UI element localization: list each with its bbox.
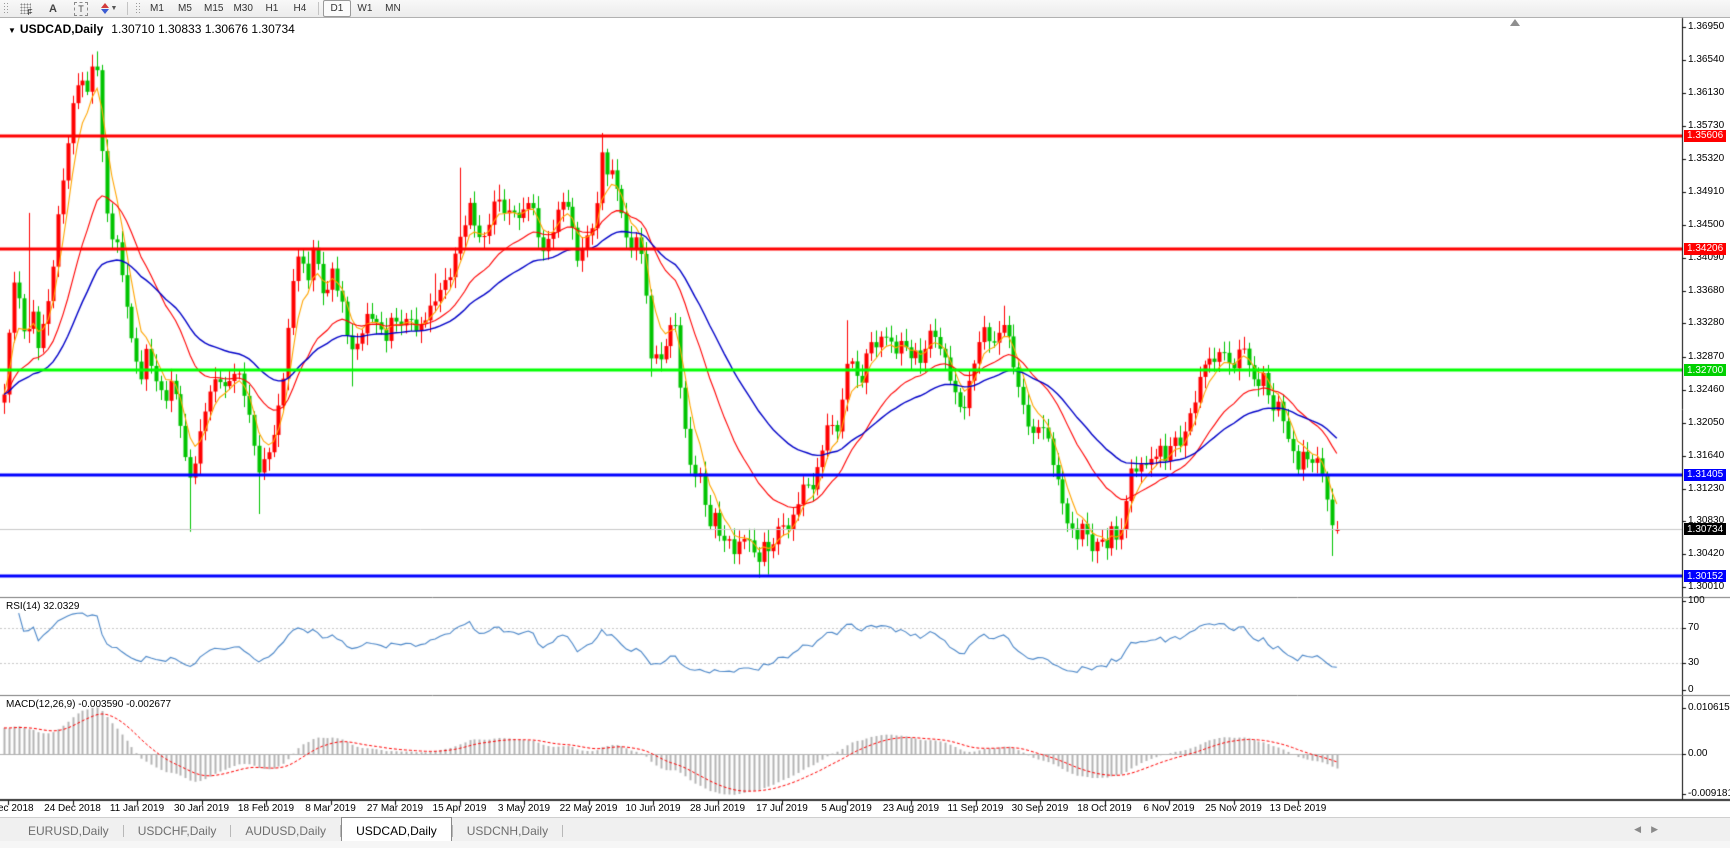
price-tick-label: 1.31230 [1688, 482, 1725, 494]
price-tick-label: 1.30420 [1688, 548, 1725, 560]
price-tick-label: 1.36950 [1688, 21, 1725, 33]
chart-canvas[interactable] [0, 0, 1730, 848]
tab-scroll-left-icon[interactable]: ◀ [1634, 824, 1651, 834]
price-tick-label: 1.32870 [1688, 350, 1725, 362]
date-tick-label: 17 Jul 2019 [756, 803, 808, 814]
date-tick-label: 18 Oct 2019 [1077, 803, 1132, 814]
date-tick-label: 18 Feb 2019 [237, 803, 295, 814]
date-tick-label: 3 May 2019 [497, 803, 551, 814]
chart-dropdown-icon[interactable]: ▼ [8, 26, 16, 35]
price-tick-label: 1.34500 [1688, 218, 1725, 230]
price-badge: 1.34206 [1684, 242, 1727, 255]
symbol-period-label: USDCAD,Daily [19, 22, 104, 36]
date-tick-label: 24 Dec 2018 [44, 803, 101, 814]
macd-tick-label: -0.009181 [1688, 787, 1730, 799]
date-tick-label: 8 Mar 2019 [305, 803, 356, 814]
price-tick-label: 1.36130 [1688, 87, 1725, 99]
date-tick-label: 15 Apr 2019 [432, 803, 487, 814]
date-tick-label: 10 Jun 2019 [625, 803, 681, 814]
tab-audusd[interactable]: AUDUSD,Daily [231, 819, 340, 841]
tab-eurusd[interactable]: EURUSD,Daily [14, 819, 123, 841]
mt4-window: F A T ▼ M1M5M15M30H1H4D1W1MN ▼USDCAD,Dai… [0, 0, 1730, 848]
macd-indicator-label: MACD(12,26,9) -0.003590 -0.002677 [6, 699, 172, 710]
date-tick-label: 6 Nov 2019 [1143, 803, 1195, 814]
tab-usdchf[interactable]: USDCHF,Daily [124, 819, 231, 841]
price-badge: 1.30152 [1684, 570, 1727, 582]
price-tick-label: 1.33680 [1688, 285, 1725, 297]
price-tick-label: 1.32460 [1688, 383, 1725, 395]
tab-separator [562, 825, 564, 837]
tab-scroll-arrows: ◀▶ [1634, 824, 1668, 835]
price-tick-label: 1.32050 [1688, 416, 1725, 428]
rsi-tick-label: 30 [1688, 657, 1700, 669]
price-tick-label: 1.31640 [1688, 449, 1725, 461]
date-tick-label: 11 Sep 2019 [947, 803, 1004, 814]
chart-shift-marker-icon[interactable] [1510, 19, 1520, 26]
date-tick-label: 28 Jun 2019 [689, 803, 746, 814]
ohlc-quotes: 1.30710 1.30833 1.30676 1.30734 [111, 22, 295, 36]
price-badge: 1.32700 [1684, 364, 1727, 377]
date-tick-label: 13 Dec 2019 [1269, 803, 1327, 814]
date-tick-label: 5 Dec 2018 [0, 803, 34, 814]
chart-title: ▼ USDCAD,Daily 1.30710 1.30833 1.30676 1.3… [8, 22, 295, 36]
rsi-indicator-label: RSI(14) 32.0329 [6, 601, 80, 612]
rsi-tick-label: 70 [1688, 621, 1700, 633]
macd-tick-label: 0.010615 [1688, 701, 1730, 713]
tab-scroll-right-icon[interactable]: ▶ [1651, 824, 1668, 834]
tab-usdcnh[interactable]: USDCNH,Daily [453, 819, 562, 841]
date-tick-label: 23 Aug 2019 [882, 803, 940, 814]
rsi-tick-label: 0 [1688, 684, 1694, 695]
price-badge: 1.35606 [1684, 129, 1727, 142]
date-tick-label: 22 May 2019 [559, 803, 618, 814]
date-tick-label: 25 Nov 2019 [1205, 803, 1262, 814]
price-tick-label: 1.34910 [1688, 185, 1725, 197]
price-tick-label: 1.33280 [1688, 317, 1725, 329]
price-tick-label: 1.30010 [1688, 581, 1725, 593]
date-tick-label: 30 Jan 2019 [173, 803, 230, 814]
tab-usdcad[interactable]: USDCAD,Daily [341, 817, 452, 841]
date-tick-label: 30 Sep 2019 [1011, 803, 1069, 814]
price-tick-label: 1.35320 [1688, 152, 1725, 164]
price-badge: 1.30734 [1684, 523, 1727, 536]
chart-tab-bar: EURUSD,Daily USDCHF,Daily AUDUSD,Daily USDC… [0, 817, 1730, 841]
macd-tick-label: 0.00 [1688, 748, 1708, 759]
date-tick-label: 11 Jan 2019 [109, 803, 165, 814]
price-badge: 1.31405 [1684, 468, 1727, 481]
date-tick-label: 5 Aug 2019 [821, 803, 872, 814]
rsi-tick-label: 100 [1688, 595, 1705, 606]
date-tick-label: 27 Mar 2019 [366, 803, 424, 814]
price-tick-label: 1.36540 [1688, 54, 1725, 66]
